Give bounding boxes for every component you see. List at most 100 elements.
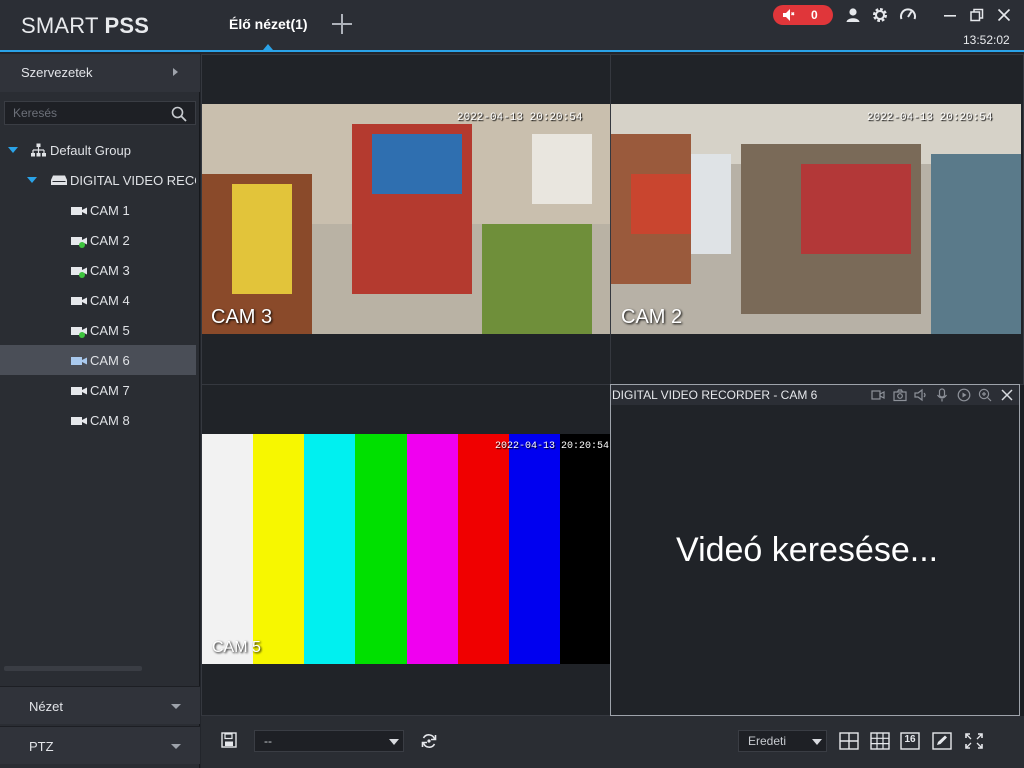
video-cell-cam2[interactable]: 2022-04-13 20:20:54 CAM 2 [610,54,1024,385]
camera-icon [71,417,87,425]
tree-node-camera[interactable]: CAM 1 [0,195,196,225]
color-bar [406,434,459,664]
ptz-panel-header[interactable]: PTZ [0,726,200,764]
close-icon[interactable] [1000,388,1014,402]
smartpss-window: SMART PSS Élő nézet(1) 0 13:52:02 Szerve… [0,0,1024,768]
aspect-ratio-select[interactable]: Eredeti [738,730,827,752]
dvr-device-icon [51,175,67,185]
chevron-down-icon [389,739,399,745]
camera-label: CAM 2 [621,306,683,328]
tree-label: CAM 1 [90,203,130,218]
tree-label: CAM 5 [90,323,130,338]
tree-label: DIGITAL VIDEO RECORDER [70,173,196,188]
chevron-down-icon [812,739,822,745]
tree-node-default-group[interactable]: Default Group [0,135,196,165]
device-sidebar: Szervezetek Default Group [0,54,200,768]
timestamp: 2022-04-13 20:20:54 [495,441,610,452]
search-input[interactable] [13,105,163,121]
organization-label: Szervezetek [21,65,93,80]
tree-label: CAM 3 [90,263,130,278]
tree-node-camera[interactable]: CAM 4 [0,285,196,315]
fridge [691,154,731,254]
camera-feed-cam3: 2022-04-13 20:20:54 CAM 3 [202,104,610,334]
alarm-button[interactable]: 0 [773,5,833,25]
chevron-down-icon [171,704,181,709]
add-tab-button[interactable] [330,12,354,36]
tree-node-camera[interactable]: CAM 6 [0,345,196,375]
tree-label: Default Group [50,143,131,158]
camera-feed-cam2: 2022-04-13 20:20:54 CAM 2 [611,104,1021,334]
timestamp: 2022-04-13 20:20:54 [457,112,583,124]
color-bar [355,434,407,664]
color-bar [304,434,356,664]
video-cell-cam6[interactable]: DIGITAL VIDEO RECORDER - CAM 6 Videó ker… [610,384,1020,716]
clock: 13:52:02 [963,33,1010,47]
app-logo: SMART PSS [21,13,150,38]
device-search [4,101,196,125]
expand-toggle-icon[interactable] [8,147,18,153]
zoom-in-icon[interactable] [978,388,992,402]
tree-label: CAM 8 [90,413,130,428]
playback-icon[interactable] [957,388,971,402]
camera-icon [71,207,87,215]
edit-layout-icon[interactable] [932,732,952,750]
snapshot-icon[interactable] [893,388,907,402]
online-status-dot [79,242,85,248]
audio-icon[interactable] [914,388,928,402]
save-view-icon[interactable] [221,732,237,748]
chevron-down-icon [171,744,181,749]
tree-node-camera[interactable]: CAM 8 [0,405,196,435]
tree-node-camera[interactable]: CAM 7 [0,375,196,405]
color-bar [508,434,561,664]
minimize-icon[interactable] [941,6,959,24]
organization-header[interactable]: Szervezetek [0,54,200,92]
video-cell-cam3[interactable]: 2022-04-13 20:20:54 CAM 3 [201,54,611,385]
speaker-icon [783,9,795,21]
banana-rack [232,184,292,294]
video-status-text: Videó keresése... [676,531,939,569]
restore-window-icon[interactable] [968,6,986,24]
color-bar [457,434,510,664]
org-tree-icon [31,143,46,157]
color-bar [253,434,305,664]
microphone-icon[interactable] [935,388,949,402]
tree-node-camera[interactable]: CAM 2 [0,225,196,255]
online-status-dot [79,332,85,338]
layout-4-split-icon[interactable] [839,732,859,750]
tree-node-camera[interactable]: CAM 5 [0,315,196,345]
view-layout-select[interactable]: -- [254,730,404,752]
fullscreen-icon[interactable] [964,732,984,750]
sidebar-scrollbar[interactable] [4,666,142,671]
tree-label: CAM 2 [90,233,130,248]
aspect-ratio-value: Eredeti [748,734,787,748]
record-icon[interactable] [871,388,885,402]
alarm-count: 0 [811,8,818,22]
vegetable-crates [482,224,592,334]
layout-9-split-icon[interactable] [870,732,890,750]
color-bar [202,434,254,664]
tab-live-view[interactable]: Élő nézet(1) [229,16,308,32]
live-view-grid: 2022-04-13 20:20:54 CAM 3 2022-04-13 20:… [201,54,1024,716]
layout-16-split-button[interactable]: 16 [900,732,920,750]
tree-node-camera[interactable]: CAM 3 [0,255,196,285]
tree-label: CAM 7 [90,383,130,398]
search-icon[interactable] [171,106,187,122]
close-icon[interactable] [995,6,1013,24]
camera-label: CAM 5 [212,639,261,656]
camera-feed-cam5: 2022-04-13 20:20:54 CAM 5 [202,434,610,664]
camera-icon [71,297,87,305]
performance-gauge-icon[interactable] [899,6,917,24]
gear-icon[interactable] [871,6,889,24]
timestamp: 2022-04-13 20:20:54 [867,112,993,124]
video-cell-title: DIGITAL VIDEO RECORDER - CAM 6 [612,388,818,402]
video-cell-cam5[interactable]: 2022-04-13 20:20:54 CAM 5 [201,384,611,716]
refresh-icon[interactable] [420,732,438,750]
tree-node-dvr[interactable]: DIGITAL VIDEO RECORDER [0,165,196,195]
view-layout-value: -- [264,734,272,748]
view-panel-header[interactable]: Nézet [0,686,200,724]
view-panel-label: Nézet [29,699,63,714]
user-icon[interactable] [844,6,862,24]
expand-toggle-icon[interactable] [27,177,37,183]
ptz-panel-label: PTZ [29,739,54,754]
color-bar [559,434,610,664]
